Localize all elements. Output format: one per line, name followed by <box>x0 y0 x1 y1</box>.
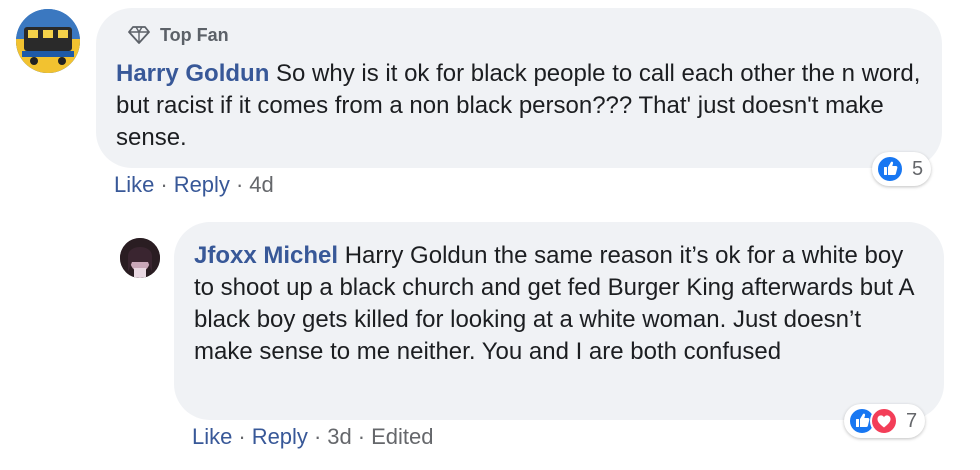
reply-bubble: Jfoxx Michel Harry Goldun the same reaso… <box>174 222 944 420</box>
avatar[interactable] <box>16 9 80 73</box>
edited-label[interactable]: Edited <box>371 424 433 449</box>
like-link[interactable]: Like <box>114 172 154 197</box>
author-name[interactable]: Jfoxx Michel <box>194 242 338 269</box>
top-fan-badge: Top Fan <box>128 22 922 48</box>
reaction-summary[interactable]: 5 <box>872 152 932 186</box>
timestamp[interactable]: 3d <box>327 424 351 449</box>
like-icon <box>876 155 904 183</box>
reply-link[interactable]: Reply <box>174 172 230 197</box>
avatar[interactable] <box>120 238 160 278</box>
diamond-icon <box>128 25 150 45</box>
reply-actions: Like · Reply · 3d · Edited <box>192 424 434 449</box>
timestamp[interactable]: 4d <box>249 172 273 197</box>
comment-body: Harry Goldun So why is it ok for black p… <box>116 58 922 154</box>
reply-link[interactable]: Reply <box>252 424 308 449</box>
love-icon <box>870 407 898 435</box>
reaction-count: 7 <box>906 409 918 432</box>
badge-label: Top Fan <box>160 24 229 45</box>
comment-body: Jfoxx Michel Harry Goldun the same reaso… <box>194 240 924 368</box>
reaction-summary[interactable]: 7 <box>844 404 926 438</box>
reaction-count: 5 <box>912 157 924 180</box>
comment-thread: Top Fan Harry Goldun So why is it ok for… <box>0 0 980 470</box>
author-name[interactable]: Harry Goldun <box>116 60 269 87</box>
like-link[interactable]: Like <box>192 424 232 449</box>
comment-actions: Like · Reply · 4d <box>114 172 274 197</box>
comment-bubble: Top Fan Harry Goldun So why is it ok for… <box>96 8 942 168</box>
